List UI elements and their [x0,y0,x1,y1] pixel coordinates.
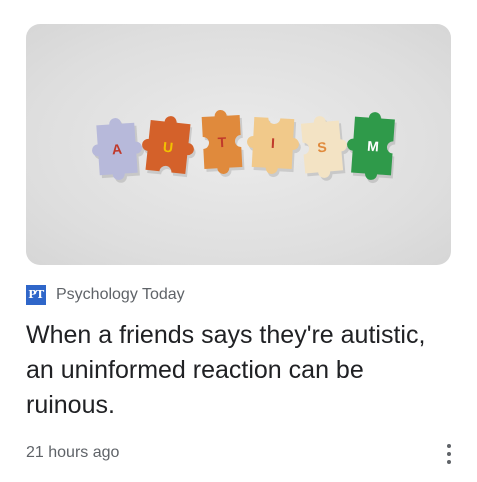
puzzle-letter: T [217,134,227,150]
more-vert-icon [447,444,451,448]
puzzle-piece-m: M [347,112,397,184]
puzzle-piece-i: I [247,116,301,178]
more-vert-icon-dot [447,460,451,464]
puzzle-letter: A [111,141,122,158]
article-timestamp: 21 hours ago [26,444,120,461]
puzzle-letter: U [162,139,174,156]
puzzle-letter: S [317,139,328,156]
puzzle-letter: I [271,135,276,151]
article-image[interactable]: AUTISM [26,24,451,265]
news-card[interactable]: A U T I S M PT Psychology Today When a friend… [0,0,477,482]
publisher-logo-icon: PT [26,285,46,305]
puzzle-letter: M [367,138,380,155]
more-options-button[interactable] [438,440,460,468]
puzzle-piece-t: T [201,110,245,177]
puzzle-piece-u: U [142,116,196,178]
source-row[interactable]: PT Psychology Today [26,284,185,306]
puzzle-pieces-illustration: AUTISM [92,110,397,184]
article-headline[interactable]: When a friends says they're autistic, an… [26,318,446,423]
publisher-name: Psychology Today [56,286,185,303]
puzzle-piece-s: S [300,116,350,181]
puzzle-piece-a: A [92,118,145,183]
more-vert-icon-dot [447,452,451,456]
